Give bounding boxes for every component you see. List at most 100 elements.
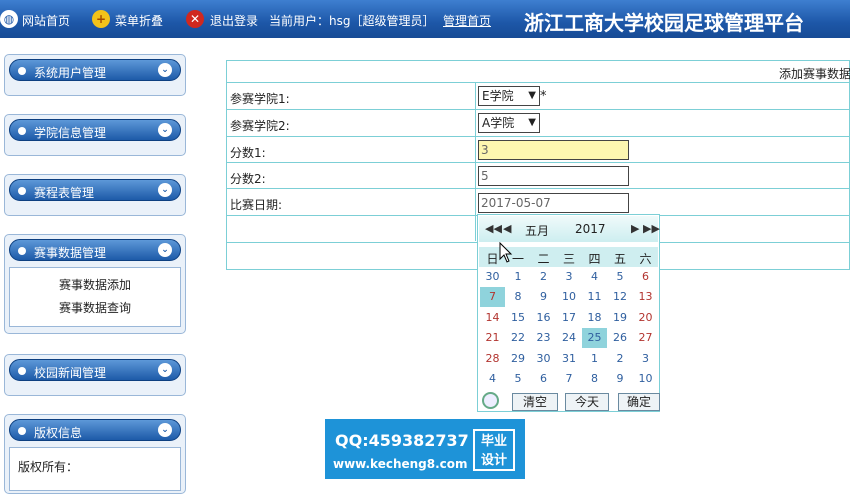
calendar-day[interactable]: 31 xyxy=(557,349,582,369)
watermark-url: www.kecheng8.com xyxy=(333,457,468,471)
calendar-day[interactable]: 30 xyxy=(531,349,556,369)
calendar-day[interactable]: 13 xyxy=(633,287,658,307)
month-label[interactable]: 五月 xyxy=(525,222,549,239)
calendar-day[interactable]: 8 xyxy=(506,287,531,307)
next-month-icon[interactable]: ▶ xyxy=(631,222,639,235)
sidebar-header-copyright[interactable]: 版权信息 ⌄ xyxy=(9,419,181,441)
platform-title: 浙江工商大学校园足球管理平台 xyxy=(524,11,804,35)
calendar-day[interactable]: 16 xyxy=(531,308,556,328)
weekday-label: 五 xyxy=(613,252,626,266)
calendar-day[interactable]: 2 xyxy=(608,349,633,369)
calendar-day[interactable]: 14 xyxy=(480,308,505,328)
year-label[interactable]: 2017 xyxy=(575,222,606,236)
calendar-day[interactable]: 6 xyxy=(531,369,556,389)
sidebar-header-label: 系统用户管理 xyxy=(34,66,107,80)
copyright-content: 版权所有： xyxy=(9,447,181,491)
calendar-day[interactable]: 3 xyxy=(557,267,582,287)
sidebar-header-label: 版权信息 xyxy=(34,426,83,440)
sidebar-header-match-data[interactable]: 赛事数据管理 ⌄ xyxy=(9,239,181,261)
today-button[interactable]: 今天 xyxy=(565,393,609,411)
calendar-day[interactable]: 25 xyxy=(582,328,607,349)
calendar-day[interactable]: 18 xyxy=(582,308,607,328)
logout-link[interactable]: 退出登录 xyxy=(210,12,258,29)
next-year-icon[interactable]: ▶▶ xyxy=(643,222,660,235)
calendar-day[interactable]: 4 xyxy=(582,267,607,287)
clear-button[interactable]: 清空 xyxy=(512,393,558,411)
calendar-day[interactable]: 12 xyxy=(608,287,633,307)
weekday-label: 四 xyxy=(588,252,601,266)
sidebar-header-schedule[interactable]: 赛程表管理 ⌄ xyxy=(9,179,181,201)
team2-select[interactable]: A学院 ▼ xyxy=(478,113,540,133)
team1-select[interactable]: E学院 ▼ xyxy=(478,86,540,106)
copyright-text: 版权所有： xyxy=(18,460,79,474)
sidebar-header-college-info[interactable]: 学院信息管理 ⌄ xyxy=(9,119,181,141)
calendar-day[interactable]: 22 xyxy=(506,328,531,348)
logout-icon[interactable]: ✕ xyxy=(186,10,204,28)
chevron-down-icon[interactable]: ⌄ xyxy=(158,363,172,377)
score1-input[interactable]: 3 xyxy=(478,140,629,160)
calendar-day[interactable]: 5 xyxy=(608,267,633,287)
chevron-down-icon[interactable]: ⌄ xyxy=(158,63,172,77)
calendar-day[interactable]: 28 xyxy=(480,349,505,369)
calendar-day[interactable]: 19 xyxy=(608,308,633,328)
sidebar-header-campus-news[interactable]: 校园新闻管理 ⌄ xyxy=(9,359,181,381)
chevron-down-icon[interactable]: ⌄ xyxy=(158,123,172,137)
sidebar-header-label: 赛事数据管理 xyxy=(34,246,107,260)
weekday-label: 二 xyxy=(537,252,550,266)
chevron-down-icon[interactable]: ⌄ xyxy=(158,243,172,257)
date-input[interactable]: 2017-05-07 xyxy=(478,193,629,213)
team2-label: 参赛学院2: xyxy=(230,119,290,133)
calendar-day[interactable]: 7 xyxy=(480,287,505,308)
weekday-label: 三 xyxy=(562,252,575,266)
sidebar-item-match-data-add[interactable]: 赛事数据添加 xyxy=(10,274,180,297)
home-link[interactable]: 网站首页 xyxy=(22,12,70,29)
calendar-day[interactable]: 6 xyxy=(633,267,658,287)
menu-toggle-link[interactable]: 菜单折叠 xyxy=(115,12,163,29)
calendar-day[interactable]: 23 xyxy=(531,328,556,348)
calendar-day[interactable]: 26 xyxy=(608,328,633,348)
day-grid: 30 1 2 3 4 5 6 7 8 9 10 11 12 13 14 15 16 17 18 19 20 21 22 23 2… xyxy=(479,267,658,391)
calendar-day[interactable]: 21 xyxy=(480,328,505,348)
calendar-day[interactable]: 3 xyxy=(633,349,658,369)
calendar-day[interactable]: 2 xyxy=(531,267,556,287)
calendar-day[interactable]: 10 xyxy=(633,369,658,389)
sidebar-items: 赛事数据添加 赛事数据查询 xyxy=(9,267,181,327)
calendar-day[interactable]: 7 xyxy=(557,369,582,389)
sidebar-section-college-info: 学院信息管理 ⌄ xyxy=(4,114,186,156)
ok-button[interactable]: 确定 xyxy=(618,393,660,411)
calendar-day[interactable]: 8 xyxy=(582,369,607,389)
calendar-day[interactable]: 29 xyxy=(506,349,531,369)
calendar-day[interactable]: 1 xyxy=(506,267,531,287)
sidebar-header-label: 校园新闻管理 xyxy=(34,366,107,380)
form-row-team1: 参赛学院1: E学院 ▼ * xyxy=(227,82,850,109)
sidebar-item-match-data-query[interactable]: 赛事数据查询 xyxy=(10,297,180,320)
prev-year-icon[interactable]: ◀◀ xyxy=(485,222,502,235)
admin-home-link[interactable]: 管理首页 xyxy=(443,12,491,29)
calendar-day[interactable]: 27 xyxy=(633,328,658,348)
calendar-day[interactable]: 5 xyxy=(506,369,531,389)
required-mark: * xyxy=(540,89,547,104)
team1-label: 参赛学院1: xyxy=(230,92,290,106)
calendar-day[interactable]: 17 xyxy=(557,308,582,328)
calendar-day[interactable]: 30 xyxy=(480,267,505,287)
sidebar-header-system-users[interactable]: 系统用户管理 ⌄ xyxy=(9,59,181,81)
calendar-day[interactable]: 24 xyxy=(557,328,582,348)
calendar-day[interactable]: 11 xyxy=(582,287,607,307)
calendar-day[interactable]: 1 xyxy=(582,349,607,369)
calendar-day[interactable]: 9 xyxy=(608,369,633,389)
calendar-day[interactable]: 10 xyxy=(557,287,582,307)
chevron-down-icon[interactable]: ⌄ xyxy=(158,423,172,437)
globe-icon[interactable]: ◍ xyxy=(0,10,18,28)
menu-toggle-icon[interactable]: + xyxy=(92,10,110,28)
calendar-day[interactable]: 9 xyxy=(531,287,556,307)
mouse-cursor-icon xyxy=(499,242,513,263)
clock-icon[interactable] xyxy=(482,392,499,409)
chevron-down-icon[interactable]: ⌄ xyxy=(158,183,172,197)
calendar-day[interactable]: 20 xyxy=(633,308,658,328)
calendar-day[interactable]: 4 xyxy=(480,369,505,389)
prev-month-icon[interactable]: ◀ xyxy=(503,222,511,235)
score2-input[interactable]: 5 xyxy=(478,166,629,186)
dropdown-arrow-icon: ▼ xyxy=(528,90,536,101)
calendar-day[interactable]: 15 xyxy=(506,308,531,328)
watermark-badge: 毕业 设计 xyxy=(473,429,515,471)
